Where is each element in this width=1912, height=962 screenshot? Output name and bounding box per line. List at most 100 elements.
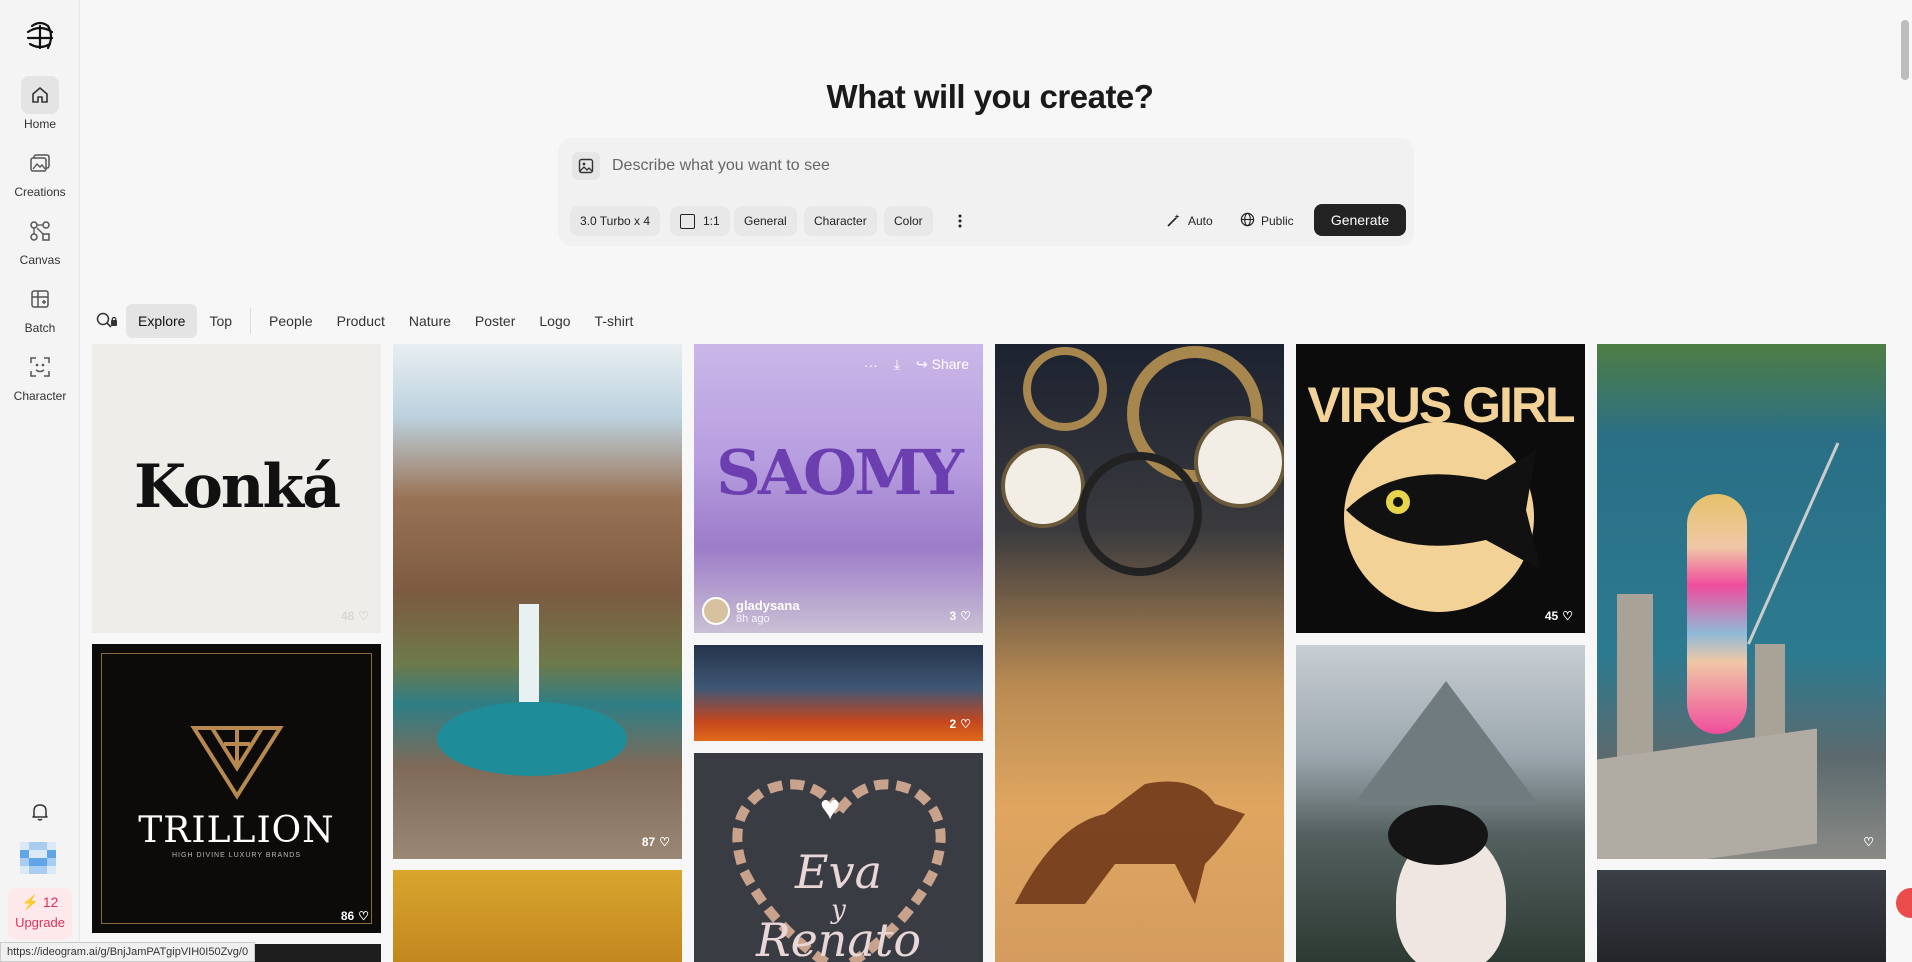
sidebar-item-label: Canvas [19, 253, 61, 267]
gallery-item-konka[interactable]: Konká 48 ♡ [92, 344, 381, 633]
visibility-label: Public [1261, 214, 1294, 228]
tile-author[interactable]: gladysana 8h ago [702, 597, 800, 625]
tab-logo[interactable]: Logo [527, 304, 582, 338]
mountain-shape [1356, 681, 1536, 801]
heart-icon: ♡ [960, 609, 971, 623]
like-value: 2 [949, 717, 957, 731]
like-value: 3 [949, 609, 957, 623]
image-upload-icon[interactable] [572, 152, 600, 180]
like-count[interactable]: 87 ♡ [642, 835, 670, 849]
sidebar-item-label: Batch [24, 321, 56, 335]
like-count[interactable]: 86 ♡ [341, 909, 369, 923]
tab-explore[interactable]: Explore [126, 304, 198, 338]
fish-illustration-icon [1346, 450, 1541, 570]
tile-actions: ··· ⤓ ↪ Share [864, 356, 969, 373]
sidebar-item-batch[interactable]: Batch [0, 280, 80, 340]
sidebar: Home Creations Canvas Batch Character ⚡ … [0, 0, 80, 962]
gallery-item-virus-girl[interactable]: VIRUS GIRL 45 ♡ [1296, 344, 1585, 633]
batch-icon [21, 280, 59, 318]
heart-icon: ♡ [659, 835, 670, 849]
tab-top[interactable]: Top [197, 304, 244, 338]
gallery-item-hero[interactable]: 2 ♡ [694, 645, 983, 741]
aspect-ratio-select[interactable]: 1:1 [670, 206, 730, 236]
upgrade-button[interactable]: ⚡ 12 Upgrade [8, 888, 72, 940]
heart-icon: ♡ [358, 609, 369, 623]
like-value: 48 [340, 609, 355, 623]
search-lock-icon[interactable] [92, 306, 122, 336]
sidebar-item-creations[interactable]: Creations [0, 144, 80, 204]
upgrade-label: Upgrade [15, 915, 65, 930]
gallery-item-saomy[interactable]: SAOMY ··· ⤓ ↪ Share gladysana 8h ago 3 ♡ [694, 344, 983, 633]
aspect-label: 1:1 [703, 214, 720, 228]
author-time: 8h ago [736, 612, 770, 625]
geisha-hair [1388, 805, 1488, 865]
magic-wand-icon [1166, 212, 1182, 231]
prompt-input[interactable] [612, 152, 1372, 180]
share-icon: ↪ [916, 356, 928, 372]
chip-general[interactable]: General [734, 206, 797, 236]
scrollbar[interactable] [1898, 0, 1912, 962]
heart-icon: ♡ [960, 717, 971, 731]
character-icon [21, 348, 59, 386]
gallery-item-tree[interactable] [393, 870, 682, 962]
home-icon [21, 76, 59, 114]
sidebar-item-character[interactable]: Character [0, 348, 80, 408]
generate-button[interactable]: Generate [1314, 204, 1406, 236]
like-count[interactable]: ♡ [1863, 835, 1874, 849]
sidebar-item-label: Creations [14, 185, 66, 199]
tab-poster[interactable]: Poster [463, 304, 527, 338]
gallery-item-partial-dark[interactable] [1597, 870, 1886, 962]
avatar [702, 597, 730, 625]
sidebar-item-canvas[interactable]: Canvas [0, 212, 80, 272]
tab-product[interactable]: Product [325, 304, 397, 338]
gallery-item-clock-wolf[interactable] [995, 344, 1284, 962]
like-count[interactable]: 3 ♡ [950, 609, 971, 623]
eva-line1: Eva [795, 845, 882, 899]
tab-nature[interactable]: Nature [397, 304, 463, 338]
gallery-item-fishing-doll[interactable]: ♡ [1597, 344, 1886, 859]
tab-people[interactable]: People [257, 304, 325, 338]
page-title: What will you create? [826, 78, 1154, 115]
gallery-item-geisha[interactable] [1296, 645, 1585, 962]
more-options-icon[interactable] [950, 206, 970, 236]
like-count[interactable]: 2 ♡ [950, 717, 971, 731]
gallery-item-canyon[interactable]: 87 ♡ [393, 344, 682, 859]
canyon-pool [437, 702, 627, 776]
chip-color[interactable]: Color [884, 206, 933, 236]
credits-count: ⚡ 12 [8, 894, 72, 911]
author-info: gladysana 8h ago [736, 598, 800, 625]
auto-label: Auto [1188, 214, 1213, 228]
model-select[interactable]: 3.0 Turbo x 4 [570, 206, 661, 236]
download-icon[interactable]: ⤓ [894, 356, 900, 373]
gallery-item-eva[interactable]: ♥ Eva y Renato [694, 753, 983, 962]
tab-tshirt[interactable]: T-shirt [583, 304, 646, 338]
share-button[interactable]: ↪ Share [916, 356, 969, 373]
like-value: 86 [340, 909, 355, 923]
sidebar-item-label: Home [23, 117, 56, 131]
avatar[interactable] [20, 842, 56, 874]
chip-character[interactable]: Character [804, 206, 877, 236]
auto-toggle[interactable]: Auto [1166, 206, 1213, 236]
lightning-icon: ⚡ [21, 894, 39, 910]
ideogram-logo-icon[interactable] [20, 18, 60, 54]
scrollbar-thumb[interactable] [1901, 20, 1909, 80]
app-root: Home Creations Canvas Batch Character ⚡ … [0, 0, 1912, 962]
canyon-waterfall [519, 604, 539, 702]
share-label: Share [931, 356, 969, 372]
gears-clocks-icon [1001, 346, 1284, 904]
more-icon[interactable]: ··· [864, 357, 878, 373]
canvas-icon [21, 212, 59, 250]
globe-icon [1240, 212, 1255, 230]
like-count[interactable]: 48 ♡ [341, 609, 369, 623]
prompt-box: 3.0 Turbo x 4 1:1 General Character Colo… [558, 138, 1414, 246]
like-value: 45 [1544, 609, 1559, 623]
like-count[interactable]: 45 ♡ [1545, 609, 1573, 623]
visibility-toggle[interactable]: Public [1240, 206, 1294, 236]
trillion-text: TRILLION [138, 810, 335, 851]
sidebar-item-label: Character [13, 389, 67, 403]
sidebar-item-home[interactable]: Home [0, 76, 80, 136]
square-icon [680, 213, 695, 229]
bell-icon[interactable] [26, 798, 54, 826]
gallery-item-trillion[interactable]: TRILLION HIGH DIVINE LUXURY BRANDS 86 ♡ [92, 644, 381, 933]
divider [250, 308, 252, 334]
